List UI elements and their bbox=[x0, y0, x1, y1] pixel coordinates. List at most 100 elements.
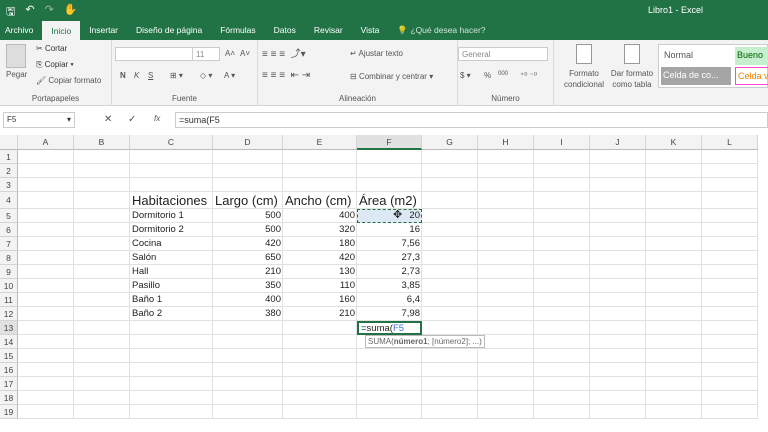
cell[interactable] bbox=[590, 363, 646, 377]
row-header-15[interactable]: 15 bbox=[0, 349, 18, 363]
cell[interactable] bbox=[646, 150, 702, 164]
cell[interactable] bbox=[534, 279, 590, 293]
cell[interactable] bbox=[478, 237, 534, 251]
cell[interactable] bbox=[702, 223, 758, 237]
row-header-4[interactable]: 4 bbox=[0, 192, 18, 209]
cell[interactable] bbox=[130, 391, 213, 405]
cell[interactable] bbox=[283, 150, 357, 164]
cell[interactable] bbox=[130, 349, 213, 363]
cell[interactable] bbox=[590, 265, 646, 279]
style-linked-cell[interactable]: Celda v bbox=[735, 67, 768, 85]
name-box[interactable]: F5 ▾ bbox=[3, 112, 75, 128]
row-header-14[interactable]: 14 bbox=[0, 335, 18, 349]
cell[interactable] bbox=[534, 265, 590, 279]
cell[interactable] bbox=[213, 150, 283, 164]
value-cell[interactable]: 130 bbox=[283, 265, 357, 279]
cell[interactable] bbox=[18, 192, 74, 209]
value-cell[interactable]: 210 bbox=[213, 265, 283, 279]
cell[interactable] bbox=[18, 150, 74, 164]
cell[interactable] bbox=[18, 335, 74, 349]
cell[interactable] bbox=[422, 192, 478, 209]
cell[interactable] bbox=[283, 178, 357, 192]
cell[interactable] bbox=[646, 321, 702, 335]
row-header-10[interactable]: 10 bbox=[0, 279, 18, 293]
column-header-J[interactable]: J bbox=[590, 135, 646, 150]
value-cell[interactable]: 160 bbox=[283, 293, 357, 307]
tab-insertar[interactable]: Insertar bbox=[80, 20, 127, 40]
cell[interactable] bbox=[213, 321, 283, 335]
column-header-I[interactable]: I bbox=[534, 135, 590, 150]
cell[interactable] bbox=[478, 209, 534, 223]
cell[interactable] bbox=[130, 335, 213, 349]
conditional-format-button[interactable]: Formato condicional bbox=[564, 44, 604, 90]
cell[interactable] bbox=[130, 405, 213, 419]
cell[interactable] bbox=[590, 293, 646, 307]
cell[interactable] bbox=[74, 209, 130, 223]
cell[interactable] bbox=[283, 377, 357, 391]
cell[interactable] bbox=[590, 237, 646, 251]
cell[interactable] bbox=[478, 251, 534, 265]
cell[interactable] bbox=[422, 307, 478, 321]
style-normal[interactable]: Normal bbox=[664, 50, 693, 60]
cell[interactable] bbox=[478, 377, 534, 391]
borders-icon[interactable]: ⊞ ▾ bbox=[170, 71, 183, 80]
cell[interactable] bbox=[18, 265, 74, 279]
cell[interactable] bbox=[534, 391, 590, 405]
cell[interactable] bbox=[534, 377, 590, 391]
cell[interactable] bbox=[534, 237, 590, 251]
cell[interactable] bbox=[590, 391, 646, 405]
tab-diseno-pagina[interactable]: Diseño de página bbox=[127, 20, 211, 40]
cell[interactable] bbox=[18, 405, 74, 419]
column-header-L[interactable]: L bbox=[702, 135, 758, 150]
percent-button[interactable]: % bbox=[484, 71, 491, 80]
row-header-3[interactable]: 3 bbox=[0, 178, 18, 192]
cell[interactable] bbox=[702, 192, 758, 209]
cell[interactable] bbox=[590, 307, 646, 321]
cell[interactable] bbox=[18, 237, 74, 251]
row-header-18[interactable]: 18 bbox=[0, 391, 18, 405]
cell[interactable] bbox=[702, 178, 758, 192]
cell[interactable] bbox=[702, 377, 758, 391]
grow-font-button[interactable]: A˄ bbox=[225, 49, 235, 58]
style-check-cell[interactable]: Celda de co... bbox=[661, 67, 731, 85]
cell[interactable] bbox=[357, 405, 422, 419]
cell[interactable] bbox=[213, 405, 283, 419]
cell[interactable] bbox=[74, 321, 130, 335]
cell[interactable] bbox=[702, 251, 758, 265]
row-header-19[interactable]: 19 bbox=[0, 405, 18, 419]
cell[interactable] bbox=[534, 223, 590, 237]
cell[interactable] bbox=[534, 209, 590, 223]
thousands-button[interactable]: 000 bbox=[498, 71, 508, 77]
tab-revisar[interactable]: Revisar bbox=[305, 20, 352, 40]
cell[interactable] bbox=[213, 377, 283, 391]
room-name-cell[interactable]: Dormitorio 2 bbox=[130, 223, 213, 237]
value-cell[interactable]: 400 bbox=[283, 209, 357, 223]
cell[interactable] bbox=[18, 391, 74, 405]
cell[interactable] bbox=[702, 335, 758, 349]
cell[interactable] bbox=[590, 349, 646, 363]
active-cell-editor[interactable]: =suma(F5 bbox=[357, 321, 422, 335]
number-format-select[interactable]: General bbox=[458, 47, 548, 61]
value-cell[interactable]: 7,56 bbox=[357, 237, 422, 251]
value-cell[interactable]: 320 bbox=[283, 223, 357, 237]
cell[interactable] bbox=[18, 251, 74, 265]
font-name-select[interactable] bbox=[115, 47, 193, 61]
cell[interactable] bbox=[646, 349, 702, 363]
shrink-font-button[interactable]: A˅ bbox=[240, 49, 250, 58]
cell[interactable] bbox=[357, 349, 422, 363]
cell[interactable] bbox=[478, 363, 534, 377]
cell[interactable] bbox=[534, 321, 590, 335]
row-header-13[interactable]: 13 bbox=[0, 321, 18, 335]
cell[interactable] bbox=[74, 307, 130, 321]
tell-me-search[interactable]: 💡 ¿Qué desea hacer? bbox=[388, 20, 494, 40]
vertical-align-icons[interactable]: ≡ ≡ ≡ ⤴▾ bbox=[262, 45, 306, 60]
cell[interactable] bbox=[534, 251, 590, 265]
cell[interactable] bbox=[646, 363, 702, 377]
cell[interactable] bbox=[646, 279, 702, 293]
cell[interactable] bbox=[590, 223, 646, 237]
cell[interactable] bbox=[74, 192, 130, 209]
value-cell[interactable]: 380 bbox=[213, 307, 283, 321]
cell[interactable] bbox=[702, 265, 758, 279]
cell[interactable] bbox=[646, 391, 702, 405]
cell[interactable] bbox=[74, 293, 130, 307]
